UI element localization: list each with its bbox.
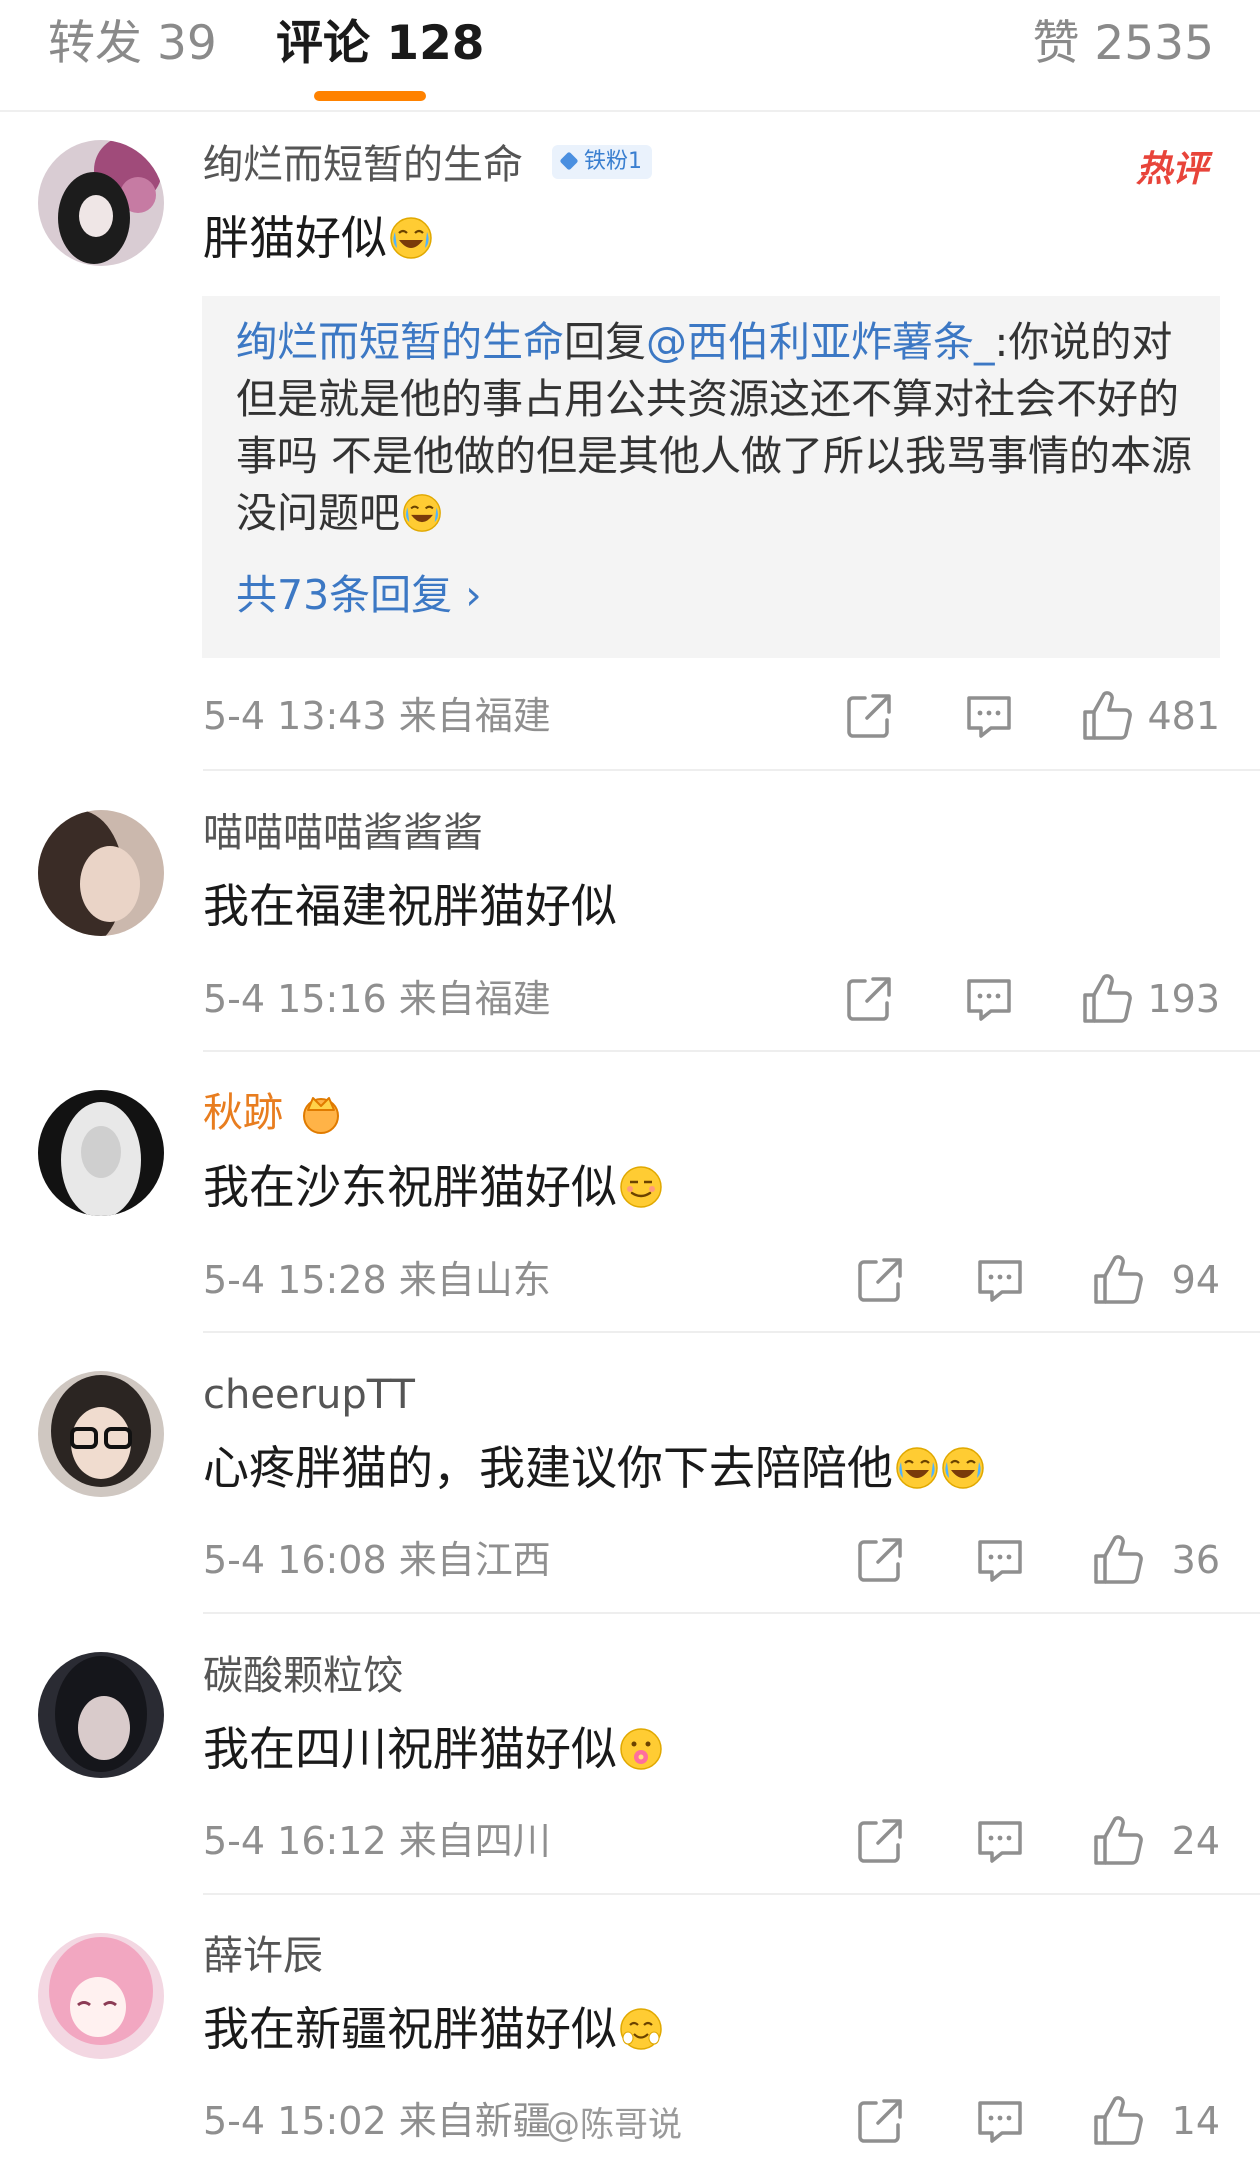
comment-meta: 5-4 13:43 来自福建 xyxy=(203,694,551,738)
comment-text-body: 心疼胖猫的，我建议你下去陪陪他 xyxy=(203,1441,893,1495)
comment-text: 胖猫好似 xyxy=(203,208,433,268)
badge-label: 铁粉1 xyxy=(584,149,642,174)
like-icon[interactable] xyxy=(1090,1532,1146,1588)
comment-text: 心疼胖猫的，我建议你下去陪陪他 xyxy=(203,1438,985,1498)
watermark: @陈哥说 xyxy=(546,2105,682,2145)
smirk-emoji-icon xyxy=(619,1165,663,1209)
blush-emoji-icon xyxy=(619,2007,663,2051)
comment-meta: 5-4 16:12 来自四川 xyxy=(203,1819,551,1863)
hot-comment-label: 热评 xyxy=(1135,149,1208,190)
laugh-cry-emoji-icon xyxy=(402,493,442,533)
avatar[interactable] xyxy=(38,1933,164,2059)
comment-meta: 5-4 16:08 来自江西 xyxy=(203,1538,551,1582)
avatar[interactable] xyxy=(38,1652,164,1778)
diamond-icon xyxy=(559,151,579,171)
like-count: 14 xyxy=(1171,2099,1220,2143)
username[interactable]: 喵喵喵喵酱酱酱 xyxy=(203,808,483,858)
reply-verb: 回复 xyxy=(564,318,646,366)
avatar[interactable] xyxy=(38,140,164,266)
flower-face-emoji-icon xyxy=(619,1727,663,1771)
reply-icon[interactable] xyxy=(972,1532,1028,1588)
comment-meta: 5-4 15:28 来自山东 xyxy=(203,1258,551,1302)
reply-icon[interactable] xyxy=(972,1813,1028,1869)
divider xyxy=(203,1331,1260,1333)
active-tab-indicator xyxy=(314,91,426,101)
comment-text: 我在四川祝胖猫好似 xyxy=(203,1719,663,1779)
reply-author[interactable]: 绚烂而短暂的生命 xyxy=(236,318,564,366)
comment-actions: 14 xyxy=(852,2091,1220,2151)
share-icon[interactable] xyxy=(852,1813,908,1869)
comment-tabs: 转发 39 评论 128 赞 2535 xyxy=(0,0,1260,112)
tab-repost[interactable]: 转发 39 xyxy=(48,14,217,74)
share-icon[interactable] xyxy=(852,2093,908,2149)
comment-text-body: 我在四川祝胖猫好似 xyxy=(203,1722,617,1776)
like-count: 36 xyxy=(1171,1538,1220,1582)
divider xyxy=(203,1893,1260,1895)
comment-meta: 5-4 15:02 来自新疆 xyxy=(203,2099,551,2143)
share-icon[interactable] xyxy=(841,688,897,744)
comment-actions: 94 xyxy=(852,1250,1220,1310)
like-icon[interactable] xyxy=(1090,1252,1146,1308)
reply-icon[interactable] xyxy=(972,1252,1028,1308)
share-icon[interactable] xyxy=(852,1252,908,1308)
divider xyxy=(203,1612,1260,1614)
avatar[interactable] xyxy=(38,810,164,936)
like-count: 481 xyxy=(1147,694,1220,738)
view-replies-link[interactable]: 共73条回复 › xyxy=(236,568,482,623)
like-icon[interactable] xyxy=(1090,1813,1146,1869)
like-icon[interactable] xyxy=(1079,688,1135,744)
reply-text: 绚烂而短暂的生命回复@西伯利亚炸薯条_:你说的对 但是就是他的事占用公共资源这还… xyxy=(236,314,1196,542)
comment-text: 我在福建祝胖猫好似 xyxy=(203,876,617,936)
like-icon[interactable] xyxy=(1090,2093,1146,2149)
username[interactable]: 秋跡 xyxy=(203,1088,283,1138)
comment-actions: 481 xyxy=(841,686,1220,746)
laugh-cry-emoji-icon xyxy=(389,216,433,260)
reply-icon[interactable] xyxy=(961,688,1017,744)
like-count: 24 xyxy=(1171,1819,1220,1863)
reply-preview[interactable]: 绚烂而短暂的生命回复@西伯利亚炸薯条_:你说的对 但是就是他的事占用公共资源这还… xyxy=(202,296,1220,658)
fan-badge[interactable]: 铁粉1 xyxy=(552,145,652,179)
username[interactable]: cheerupTT xyxy=(203,1370,415,1420)
tab-likes[interactable]: 赞 2535 xyxy=(1032,14,1214,74)
comment-meta: 5-4 15:16 来自福建 xyxy=(203,977,551,1021)
comment-text-body: 我在沙东祝胖猫好似 xyxy=(203,1160,617,1214)
comment-actions: 193 xyxy=(841,969,1220,1029)
share-icon[interactable] xyxy=(852,1532,908,1588)
reply-icon[interactable] xyxy=(961,971,1017,1027)
share-icon[interactable] xyxy=(841,971,897,1027)
avatar[interactable] xyxy=(38,1090,164,1216)
comment-text: 我在沙东祝胖猫好似 xyxy=(203,1157,663,1217)
username[interactable]: 薛许辰 xyxy=(203,1931,323,1981)
like-count: 94 xyxy=(1171,1258,1220,1302)
comment-text: 我在新疆祝胖猫好似 xyxy=(203,1999,663,2059)
reply-icon[interactable] xyxy=(972,2093,1028,2149)
avatar[interactable] xyxy=(38,1371,164,1497)
reply-mention[interactable]: @西伯利亚炸薯条_ xyxy=(646,318,995,366)
divider xyxy=(203,1050,1260,1052)
like-icon[interactable] xyxy=(1079,971,1135,1027)
tab-comments[interactable]: 评论 128 xyxy=(276,14,484,74)
comment-text-body: 我在新疆祝胖猫好似 xyxy=(203,2002,617,2056)
divider xyxy=(203,769,1260,771)
comment-text-body: 我在福建祝胖猫好似 xyxy=(203,879,617,933)
comment-actions: 36 xyxy=(852,1530,1220,1590)
laugh-cry-emoji-icon xyxy=(895,1446,939,1490)
crown-icon xyxy=(303,1097,339,1134)
comment-text-body: 胖猫好似 xyxy=(203,211,387,265)
laugh-cry-emoji-icon xyxy=(941,1446,985,1490)
like-count: 193 xyxy=(1147,977,1220,1021)
comment-actions: 24 xyxy=(852,1811,1220,1871)
username[interactable]: 绚烂而短暂的生命 xyxy=(203,140,523,190)
username[interactable]: 碳酸颗粒饺 xyxy=(203,1651,403,1701)
